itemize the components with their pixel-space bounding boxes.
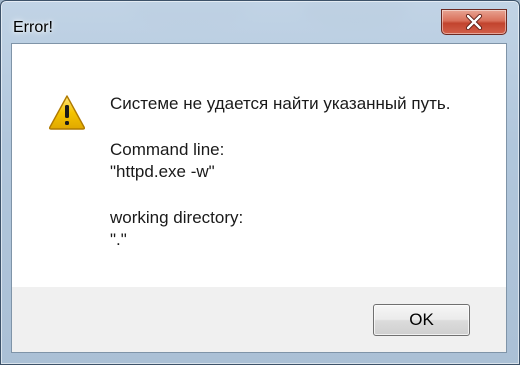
close-icon xyxy=(465,14,483,30)
ok-button[interactable]: OK xyxy=(373,304,470,336)
working-directory-label: working directory: xyxy=(110,208,244,227)
command-line-label: Command line: xyxy=(110,140,225,159)
working-directory-value: "." xyxy=(110,230,127,249)
close-button[interactable] xyxy=(441,9,507,35)
message-area: Системе не удается найти указанный путь.… xyxy=(12,44,506,287)
command-line-value: "httpd.exe -w" xyxy=(110,162,215,181)
desktop-background: Error! Системе не удается найти указанны… xyxy=(0,0,520,365)
warning-icon xyxy=(48,95,86,130)
dialog-client-area: Системе не удается найти указанный путь.… xyxy=(11,43,507,353)
error-dialog: Error! Системе не удается найти указанны… xyxy=(0,0,520,365)
window-title: Error! xyxy=(13,19,53,36)
title-bar[interactable]: Error! xyxy=(1,1,519,41)
error-message: Системе не удается найти указанный путь. xyxy=(110,94,451,113)
